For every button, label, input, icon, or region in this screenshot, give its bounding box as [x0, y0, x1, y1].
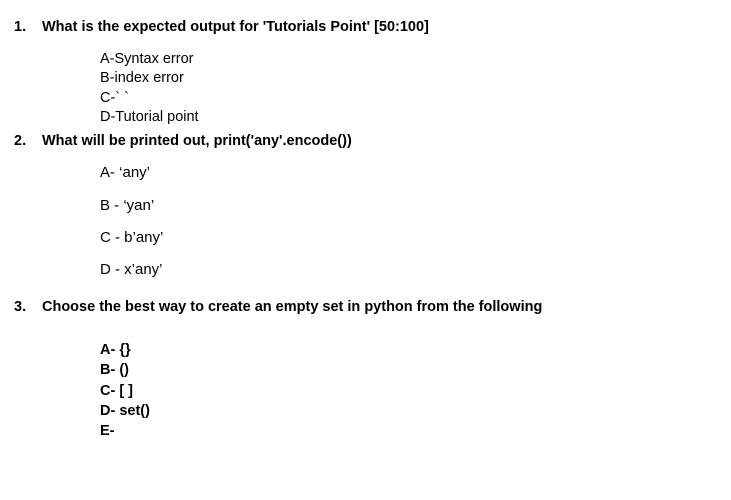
- question-1: 1. What is the expected output for 'Tuto…: [0, 18, 731, 128]
- question-3-option-d: D- set(): [100, 401, 731, 421]
- question-3-text: Choose the best way to create an empty s…: [42, 298, 542, 318]
- question-2-text: What will be printed out, print('any'.en…: [42, 132, 352, 152]
- question-2-options: A- ‘any’ B - ‘yan’ C - b’any’ D - x’any’: [0, 163, 731, 280]
- question-1-number: 1.: [14, 18, 42, 38]
- question-1-header: 1. What is the expected output for 'Tuto…: [0, 18, 731, 38]
- question-1-option-c: C-` `: [100, 89, 731, 109]
- question-2-option-b: B - ‘yan’: [100, 196, 731, 216]
- question-2: 2. What will be printed out, print('any'…: [0, 132, 731, 281]
- question-2-header: 2. What will be printed out, print('any'…: [0, 132, 731, 152]
- question-3-option-c: C- [ ]: [100, 381, 731, 401]
- question-3-header: 3. Choose the best way to create an empt…: [0, 298, 731, 318]
- question-1-option-a: A-Syntax error: [100, 50, 731, 70]
- question-2-option-c: C - b’any’: [100, 228, 731, 248]
- question-1-option-d: D-Tutorial point: [100, 108, 731, 128]
- question-1-text: What is the expected output for 'Tutoria…: [42, 18, 429, 38]
- question-3-options: A- {} B- () C- [ ] D- set() E-: [0, 340, 731, 441]
- question-1-option-b: B-index error: [100, 69, 731, 89]
- question-3: 3. Choose the best way to create an empt…: [0, 298, 731, 441]
- question-3-option-e: E-: [100, 421, 731, 441]
- question-3-option-a: A- {}: [100, 340, 731, 360]
- question-3-option-b: B- (): [100, 360, 731, 380]
- question-2-option-d: D - x’any’: [100, 260, 731, 280]
- question-2-number: 2.: [14, 132, 42, 152]
- question-2-option-a: A- ‘any’: [100, 163, 731, 183]
- question-1-options: A-Syntax error B-index error C-` ` D-Tut…: [0, 50, 731, 128]
- question-3-number: 3.: [14, 298, 42, 318]
